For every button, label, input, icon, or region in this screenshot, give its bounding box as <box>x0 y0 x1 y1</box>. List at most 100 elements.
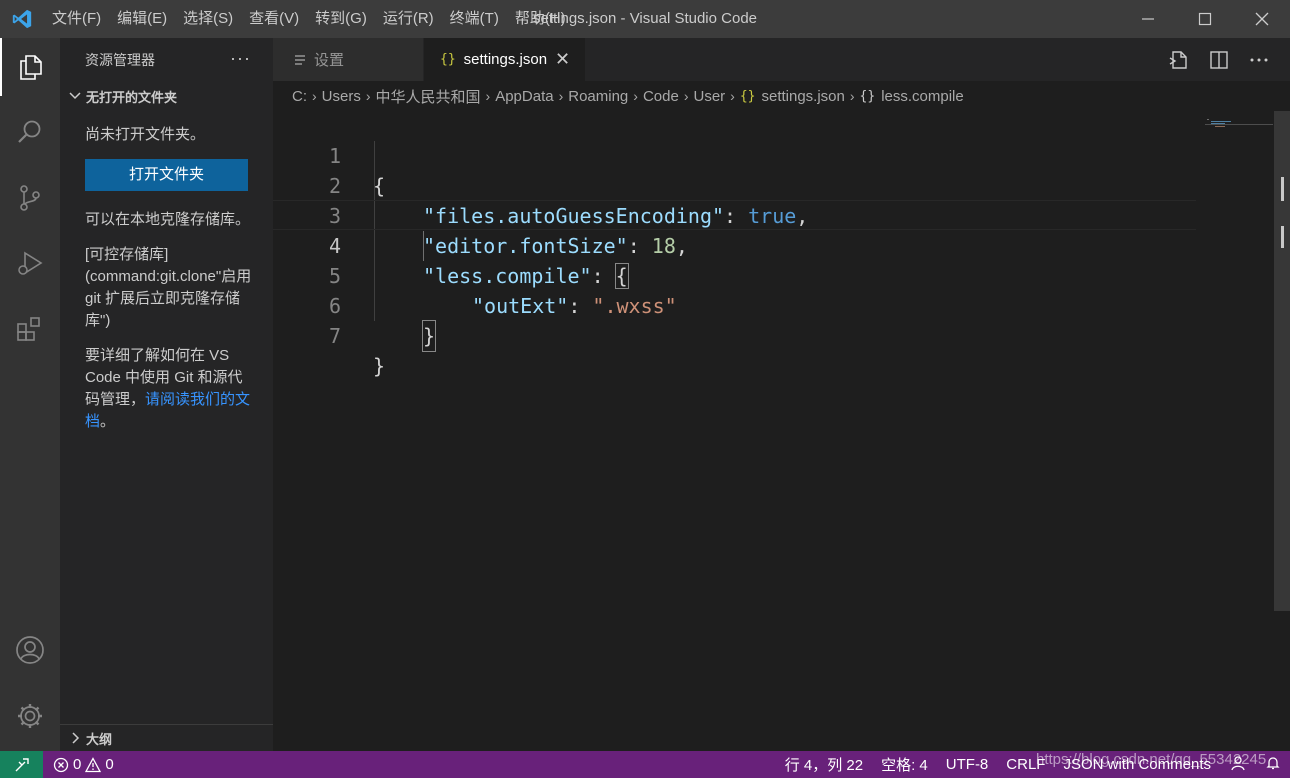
tab-label: settings.json <box>463 51 548 68</box>
code-line: 5 "outExt": ".wxss" <box>273 231 1196 318</box>
menu-edit[interactable]: 编辑(E) <box>109 0 175 38</box>
no-folder-content: 尚未打开文件夹。 打开文件夹 可以在本地克隆存储库。 [可控存储库](comma… <box>85 124 257 446</box>
current-code-line: 4 "less.compile": { <box>273 200 1196 289</box>
learn-more-text: 要详细了解如何在 VS Code 中使用 Git 和源代码管理，请阅读我们的文档… <box>85 345 257 433</box>
activity-bar <box>0 38 60 751</box>
chevron-right-icon: › <box>485 88 491 104</box>
close-window-button[interactable] <box>1233 0 1290 38</box>
split-editor-icon[interactable] <box>1208 49 1230 71</box>
extensions-icon <box>17 317 40 341</box>
menu-bar: 文件(F) 编辑(E) 选择(S) 查看(V) 转到(G) 运行(R) 终端(T… <box>44 0 574 38</box>
chevron-down-icon <box>69 92 81 100</box>
error-icon <box>53 757 69 772</box>
editor-actions <box>1168 38 1270 81</box>
breadcrumb-item[interactable]: Users <box>322 88 361 105</box>
menu-view[interactable]: 查看(V) <box>241 0 307 38</box>
editor-tab-bar: 设置 {} settings.json ✕ <box>273 38 1290 81</box>
breadcrumb-item[interactable]: AppData <box>495 88 553 105</box>
scrollbar-marker <box>1281 226 1284 248</box>
breadcrumb-item[interactable]: User <box>693 88 725 105</box>
close-icon <box>1255 12 1268 26</box>
sidebar-more-button[interactable]: ··· <box>230 48 251 69</box>
tab-settings[interactable]: 设置 <box>273 38 423 81</box>
breadcrumb: C: › Users › 中华人民共和国 › AppData › Roaming › Co… <box>292 81 964 111</box>
code-line: 2 "files.autoGuessEncoding": true, <box>273 141 1196 228</box>
minimap[interactable] <box>1205 111 1273 127</box>
breadcrumb-item[interactable]: 中华人民共和国 <box>376 86 481 107</box>
menu-terminal[interactable]: 终端(T) <box>442 0 507 38</box>
line-text: } <box>421 320 437 352</box>
scrollbar-marker <box>1281 177 1284 201</box>
section-title: 无打开的文件夹 <box>86 89 178 105</box>
encoding[interactable]: UTF-8 <box>937 756 998 773</box>
search-button[interactable] <box>0 103 60 161</box>
source-control-icon <box>20 185 40 211</box>
outline-title: 大纲 <box>86 731 113 747</box>
chevron-right-icon: › <box>849 88 855 104</box>
clone-command-text: [可控存储库](command:git.clone"启用 git 扩展后立即克隆… <box>85 246 252 329</box>
breadcrumb-item[interactable]: Roaming <box>568 88 628 105</box>
run-debug-icon <box>18 251 43 275</box>
maximize-icon <box>1198 12 1211 26</box>
minimize-button[interactable] <box>1119 0 1176 38</box>
outline-section-header[interactable]: 大纲 <box>60 724 273 751</box>
remote-button[interactable] <box>0 751 43 778</box>
accounts-button[interactable] <box>0 621 60 679</box>
learn-end: 。 <box>100 413 116 430</box>
open-settings-ui-icon[interactable] <box>1168 49 1190 71</box>
breadcrumb-file[interactable]: settings.json <box>761 88 844 105</box>
bell-icon <box>1266 756 1280 769</box>
no-folder-text: 尚未打开文件夹。 <box>85 126 206 143</box>
breadcrumb-symbol[interactable]: less.compile <box>881 88 964 105</box>
minimap-preview <box>1205 119 1273 127</box>
json-file-icon: {} <box>440 52 456 67</box>
accounts-icon <box>16 636 44 664</box>
line-text: } <box>373 354 386 378</box>
explorer-button[interactable] <box>0 38 60 96</box>
feedback-icon <box>1231 755 1245 770</box>
notifications-button[interactable] <box>1256 755 1290 775</box>
explorer-sidebar: 资源管理器 ··· 无打开的文件夹 尚未打开文件夹。 打开文件夹 可以在本地克隆… <box>60 38 273 751</box>
problems-indicator[interactable]: 0 0 <box>53 751 114 778</box>
object-symbol-icon: {} <box>859 88 876 104</box>
menu-run[interactable]: 运行(R) <box>375 0 442 38</box>
menu-selection[interactable]: 选择(S) <box>175 0 241 38</box>
status-right-items: 行 4，列 22 空格: 4 UTF-8 CRLF JSON with Comm… <box>776 751 1290 778</box>
status-bar: 0 0 行 4，列 22 空格: 4 UTF-8 CRLF JSON with … <box>0 751 1290 778</box>
more-actions-icon[interactable] <box>1248 49 1270 71</box>
open-folder-button[interactable]: 打开文件夹 <box>85 159 248 191</box>
no-folder-section-header[interactable]: 无打开的文件夹 <box>60 84 273 108</box>
window-controls <box>1119 0 1290 38</box>
code-line: 1 { <box>273 111 1196 198</box>
settings-editor-icon <box>295 54 305 65</box>
menu-help[interactable]: 帮助(H) <box>507 0 574 38</box>
extensions-button[interactable] <box>0 300 60 358</box>
menu-file[interactable]: 文件(F) <box>44 0 109 38</box>
chevron-right-icon: › <box>365 88 371 104</box>
breadcrumb-item[interactable]: C: <box>292 88 307 105</box>
run-debug-button[interactable] <box>0 234 60 292</box>
manage-button[interactable] <box>0 687 60 745</box>
vscode-logo-icon <box>0 0 44 38</box>
gear-icon <box>18 704 42 728</box>
title-bar: 文件(F) 编辑(E) 选择(S) 查看(V) 转到(G) 运行(R) 终端(T… <box>0 0 1290 38</box>
line-ending[interactable]: CRLF <box>997 756 1054 773</box>
clone-text: 可以在本地克隆存储库。 <box>85 211 251 228</box>
json-file-icon: {} <box>739 88 756 104</box>
menu-go[interactable]: 转到(G) <box>307 0 375 38</box>
indentation[interactable]: 空格: 4 <box>872 754 937 775</box>
vertical-scrollbar[interactable] <box>1274 111 1290 611</box>
breadcrumb-item[interactable]: Code <box>643 88 679 105</box>
code-editor[interactable]: 1 { 2 "files.autoGuessEncoding": true, 3… <box>273 111 1290 751</box>
line-number: 7 <box>328 324 341 348</box>
maximize-button[interactable] <box>1176 0 1233 38</box>
close-tab-icon[interactable]: ✕ <box>555 49 570 70</box>
chevron-right-icon: › <box>312 88 317 104</box>
language-mode[interactable]: JSON with Comments <box>1054 756 1220 773</box>
tab-settings-json[interactable]: {} settings.json ✕ <box>424 38 585 81</box>
minimize-icon <box>1141 18 1154 20</box>
cursor-position[interactable]: 行 4，列 22 <box>776 754 872 775</box>
source-control-button[interactable] <box>0 169 60 227</box>
chevron-right-icon <box>72 732 80 744</box>
feedback-button[interactable] <box>1220 754 1256 776</box>
